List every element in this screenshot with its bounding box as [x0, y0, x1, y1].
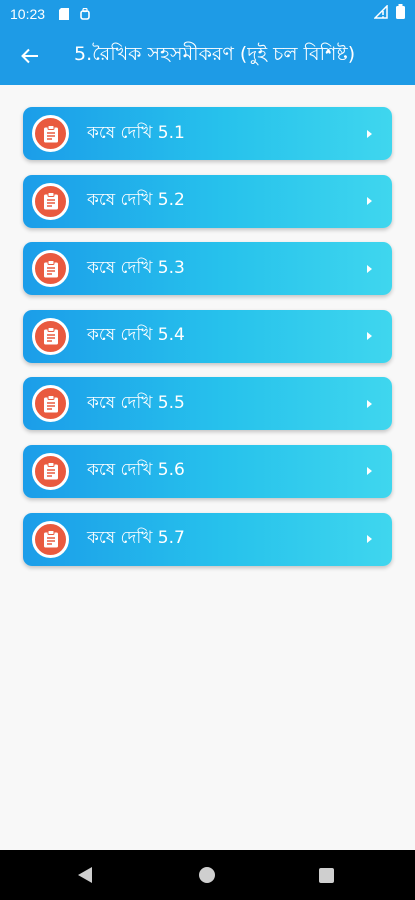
chevron-right-icon: [367, 264, 372, 273]
list-item-label: কষে দেখি 5.4: [87, 325, 185, 346]
list-item-5-2[interactable]: কষে দেখি 5.2: [23, 174, 392, 228]
notification-icon: [79, 7, 91, 20]
list-item-5-3[interactable]: কষে দেখি 5.3: [23, 242, 392, 296]
list-item-5-1[interactable]: কষে দেখি 5.1: [23, 107, 392, 160]
list-item-5-5[interactable]: কষে দেখি 5.5: [23, 377, 392, 431]
triangle-back-icon[interactable]: [78, 867, 92, 883]
clipboard-icon: [32, 317, 69, 355]
list-item-5-6[interactable]: কষে দেখি 5.6: [23, 444, 392, 498]
chevron-right-icon: [367, 129, 372, 138]
clipboard-icon: [32, 520, 69, 558]
system-nav-bar: [0, 850, 415, 900]
list-item-label: কষে দেখি 5.5: [87, 392, 185, 413]
list-item-label: কষে দেখি 5.6: [87, 460, 185, 481]
clipboard-icon: [32, 452, 69, 490]
chevron-right-icon: [367, 467, 372, 476]
list-item-label: কষে দেখি 5.1: [87, 122, 185, 143]
list-item-label: কষে দেখি 5.3: [87, 257, 185, 278]
list-item-label: কষে দেখি 5.7: [87, 528, 185, 549]
clipboard-icon: [32, 182, 69, 220]
battery-icon: [396, 4, 405, 23]
status-time: 10:23: [10, 5, 46, 22]
signal-icon: [373, 3, 388, 23]
app-bar: 5.রৈখিক সহসমীকরণ (দুই চল বিশিষ্ট): [0, 27, 415, 85]
back-button[interactable]: [10, 36, 50, 76]
clipboard-icon: [32, 115, 69, 152]
list-item-label: কষে দেখি 5.2: [87, 190, 185, 211]
clipboard-icon: [32, 250, 69, 288]
sim-card-icon: [59, 7, 70, 20]
clipboard-icon: [32, 385, 69, 423]
chevron-right-icon: [367, 399, 372, 408]
list-item-5-7[interactable]: কষে দেখি 5.7: [23, 512, 392, 566]
list-item-5-4[interactable]: কষে দেখি 5.4: [23, 309, 392, 363]
exercise-list: কষে দেখি 5.1 কষে দেখি 5.2 কষে দেখি 5.3 ক…: [23, 107, 392, 580]
circle-home-icon[interactable]: [199, 867, 215, 883]
arrow-back-icon: [21, 48, 38, 64]
chevron-right-icon: [367, 535, 372, 544]
page-title: 5.রৈখিক সহসমীকরণ (দুই চল বিশিষ্ট): [74, 43, 356, 65]
chevron-right-icon: [367, 332, 372, 341]
square-recents-icon[interactable]: [319, 868, 334, 883]
status-bar: 10:23: [0, 0, 415, 27]
chevron-right-icon: [367, 197, 372, 206]
